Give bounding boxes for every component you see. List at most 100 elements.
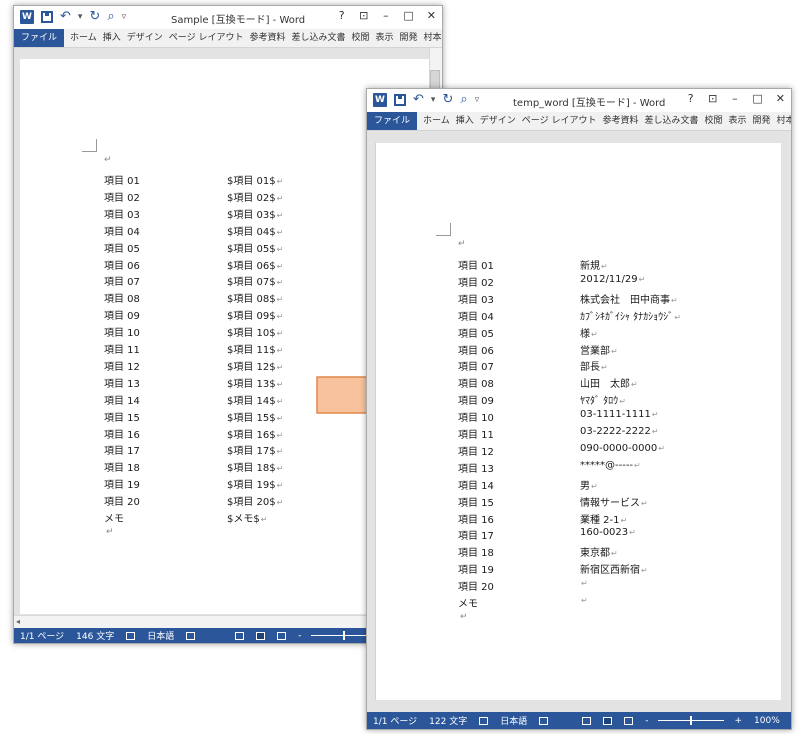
ribbon-display-options-button[interactable]: ⊡ [359, 9, 368, 22]
quick-access-customize-icon[interactable]: ▿ [475, 95, 480, 105]
field-value: ﾔﾏﾀﾞ ﾀﾛｳ↵ [580, 392, 626, 407]
page-count[interactable]: 1/1 ページ [20, 629, 64, 642]
minimize-button[interactable]: – [381, 9, 390, 22]
field-value: $項目 20$↵ [227, 493, 283, 508]
print-preview-icon[interactable]: ⌕ [460, 93, 467, 107]
ribbon-display-options-button[interactable]: ⊡ [708, 92, 717, 105]
tab-view[interactable]: 表示 [726, 112, 750, 130]
zoom-slider-thumb[interactable] [690, 716, 693, 725]
tab-references[interactable]: 参考資料 [246, 29, 288, 47]
field-value-text: 男 [580, 480, 590, 492]
field-value: 03-1111-1111↵ [580, 409, 659, 420]
field-value-text: $項目 14$ [227, 395, 276, 407]
field-label: 項目 11 [458, 430, 494, 441]
close-button[interactable]: ✕ [427, 9, 436, 22]
tab-home[interactable]: ホーム [420, 112, 453, 130]
read-mode-icon[interactable] [235, 631, 245, 640]
proofing-icon[interactable] [126, 631, 136, 640]
word-app-icon[interactable]: W [373, 93, 387, 107]
paragraph-mark: ↵ [106, 526, 114, 537]
close-button[interactable]: ✕ [776, 92, 785, 105]
field-value-text: ﾔﾏﾀﾞ ﾀﾛｳ [580, 396, 619, 408]
zoom-level[interactable]: 100% [754, 716, 780, 726]
page-count[interactable]: 1/1 ページ [373, 714, 417, 727]
minimize-button[interactable]: – [730, 92, 739, 105]
field-value: ｶﾌﾞｼｷｶﾞｲｼｬ ﾀﾅｶｼｮｳｼﾞ↵ [580, 308, 681, 323]
tab-insert[interactable]: 挿入 [100, 29, 124, 47]
user-account[interactable]: 村本俊和 ▾ [421, 29, 442, 47]
field-value-text: 情報サービス [580, 497, 640, 509]
redo-icon[interactable]: ↻ [442, 93, 453, 107]
language-indicator[interactable]: 日本語 [500, 714, 527, 727]
zoom-slider-thumb[interactable] [343, 631, 346, 640]
web-layout-icon[interactable] [624, 716, 634, 725]
field-label: 項目 03 [458, 294, 494, 306]
paragraph-mark: ↵ [276, 312, 284, 322]
tab-page-layout[interactable]: ページ レイアウト [166, 29, 247, 47]
word-app-icon[interactable]: W [20, 10, 34, 24]
field-value-text: $メモ$ [227, 514, 260, 525]
quick-access-customize-icon[interactable]: ▿ [122, 12, 127, 22]
tab-mailings[interactable]: 差し込み文書 [288, 29, 348, 47]
redo-icon[interactable]: ↻ [89, 10, 100, 24]
field-value: $項目 12$↵ [227, 358, 283, 373]
maximize-button[interactable]: □ [752, 92, 762, 105]
tab-home[interactable]: ホーム [67, 29, 100, 47]
macro-record-icon[interactable] [539, 716, 549, 725]
field-value-text: 新宿区西新宿 [580, 565, 640, 577]
undo-dropdown-icon[interactable]: ▾ [431, 95, 436, 105]
maximize-button[interactable]: □ [403, 9, 413, 22]
field-label: 項目 18 [104, 463, 140, 475]
tab-file[interactable]: ファイル [367, 112, 418, 130]
tab-review[interactable]: 校閲 [702, 112, 726, 130]
print-layout-icon[interactable] [256, 631, 266, 640]
web-layout-icon[interactable] [277, 631, 287, 640]
tab-references[interactable]: 参考資料 [599, 112, 641, 130]
field-value-text: $項目 07$ [227, 277, 276, 289]
print-preview-icon[interactable]: ⌕ [107, 10, 114, 24]
user-account[interactable]: 村本俊和 ▾ [774, 112, 791, 130]
tab-developer[interactable]: 開発 [397, 29, 421, 47]
field-value-text: 業種 2-1 [580, 514, 620, 526]
help-button[interactable]: ? [686, 92, 695, 105]
field-value: $項目 09$↵ [227, 307, 283, 322]
tab-file[interactable]: ファイル [14, 29, 65, 47]
undo-dropdown-icon[interactable]: ▾ [78, 12, 83, 22]
paragraph-mark: ↵ [276, 430, 284, 440]
zoom-in-button[interactable]: + [734, 716, 742, 726]
proofing-icon[interactable] [479, 716, 489, 725]
paragraph-mark: ↵ [276, 193, 284, 203]
save-icon[interactable] [41, 11, 53, 23]
scroll-left-icon[interactable]: ◂ [16, 617, 20, 626]
print-layout-icon[interactable] [603, 716, 613, 725]
field-label: 項目 13 [458, 463, 494, 475]
tab-developer[interactable]: 開発 [750, 112, 774, 130]
save-icon[interactable] [394, 94, 406, 106]
tab-design[interactable]: デザイン [124, 29, 166, 47]
word-count[interactable]: 146 文字 [76, 629, 114, 642]
macro-record-icon[interactable] [186, 631, 196, 640]
field-label: 項目 10 [458, 413, 494, 425]
paragraph-mark: ↵ [671, 295, 678, 305]
document-page[interactable]: ↵ 項目 01 新規↵ 項目 02 2012/11/29↵ 項目 03 株式会社 田中商事… [375, 143, 781, 700]
undo-icon[interactable]: ↶ [413, 93, 424, 107]
field-value: $項目 17$↵ [227, 442, 283, 457]
help-button[interactable]: ? [337, 9, 346, 22]
word-count[interactable]: 122 文字 [429, 714, 467, 727]
language-indicator[interactable]: 日本語 [147, 629, 174, 642]
zoom-out-button[interactable]: - [645, 716, 648, 726]
zoom-slider[interactable] [658, 716, 725, 725]
tab-insert[interactable]: 挿入 [453, 112, 477, 130]
tab-design[interactable]: デザイン [477, 112, 519, 130]
undo-icon[interactable]: ↶ [60, 10, 71, 24]
tab-page-layout[interactable]: ページ レイアウト [519, 112, 600, 130]
field-value: $項目 01$↵ [227, 172, 283, 187]
tab-view[interactable]: 表示 [373, 29, 397, 47]
read-mode-icon[interactable] [582, 716, 592, 725]
zoom-out-button[interactable]: - [298, 631, 301, 641]
tab-review[interactable]: 校閲 [349, 29, 373, 47]
field-value-text: $項目 13$ [227, 378, 276, 390]
tab-mailings[interactable]: 差し込み文書 [641, 112, 701, 130]
field-label: 項目 06 [458, 345, 494, 357]
field-value: $メモ$↵ [227, 510, 267, 525]
